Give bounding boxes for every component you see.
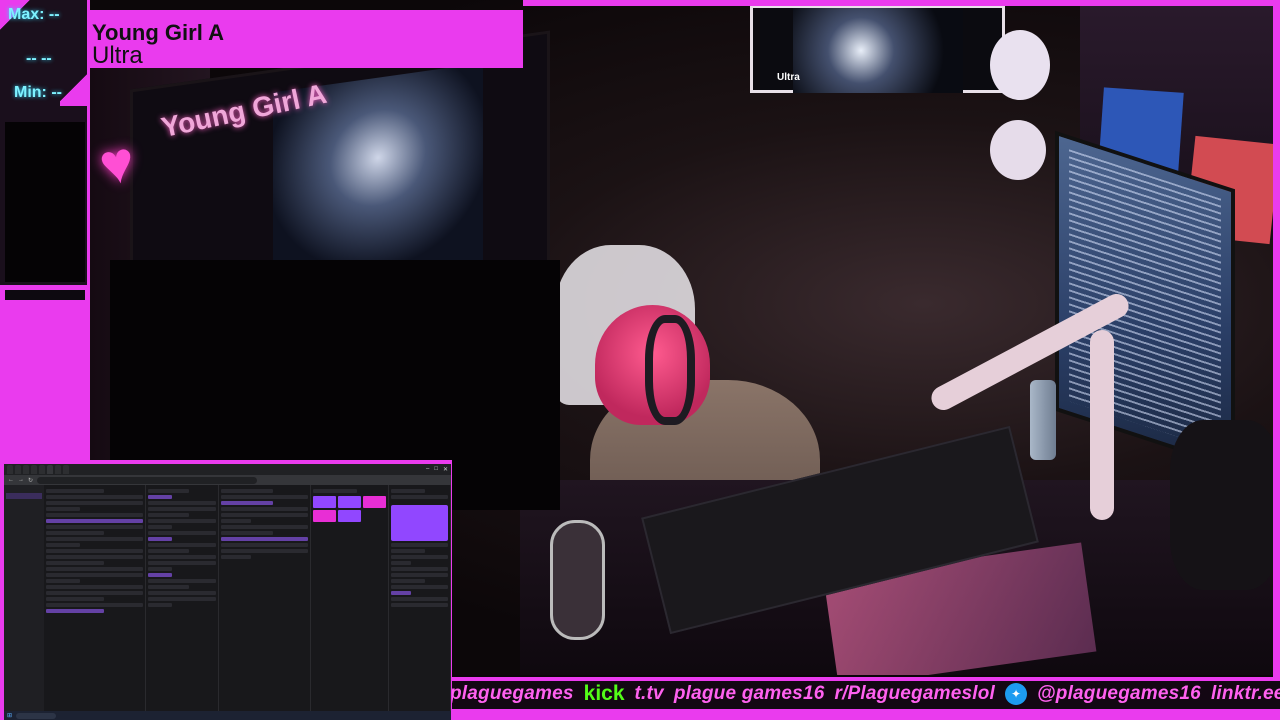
browser-window: – □ ✕ ← → ↻ ⊞ bbox=[4, 464, 451, 720]
quick-action-button[interactable] bbox=[338, 510, 361, 522]
screen-capture-frame: – □ ✕ ← → ↻ ⊞ bbox=[0, 460, 452, 720]
taskbar-search[interactable] bbox=[16, 712, 57, 719]
browser-tab-bar: – □ ✕ bbox=[4, 464, 451, 475]
browser-tab[interactable] bbox=[15, 465, 21, 474]
scene-microphone bbox=[550, 520, 605, 640]
chat-box bbox=[5, 122, 85, 282]
start-icon[interactable]: ⊞ bbox=[7, 712, 12, 719]
address-bar[interactable] bbox=[37, 476, 258, 484]
panel-accent-bar bbox=[0, 285, 90, 462]
frame-border-right bbox=[1273, 0, 1280, 720]
scene-plush bbox=[990, 120, 1046, 180]
browser-tab[interactable] bbox=[7, 465, 13, 474]
ticker-item: plaguegames bbox=[452, 683, 574, 704]
scene-headphones bbox=[645, 315, 695, 425]
frame-border-top bbox=[523, 0, 1280, 6]
scene-right-monitor bbox=[1055, 130, 1235, 470]
quick-action-button[interactable] bbox=[338, 496, 361, 508]
current-stat: -- -- bbox=[26, 50, 52, 67]
maximize-icon[interactable]: □ bbox=[434, 466, 438, 473]
max-stat: Max: -- bbox=[8, 6, 60, 23]
ticker-track: plaguegames kick t.tv plague games16 r/P… bbox=[452, 682, 1280, 706]
stats-panel: Max: -- -- -- Min: -- bbox=[0, 0, 90, 462]
creator-dashboard bbox=[4, 485, 451, 711]
scene-bottle bbox=[1030, 380, 1056, 460]
browser-tab[interactable] bbox=[55, 465, 61, 474]
browser-tab[interactable] bbox=[31, 465, 37, 474]
promo-card[interactable] bbox=[391, 505, 448, 541]
scene-plush bbox=[990, 30, 1050, 100]
ticker-item: @plaguegames16 bbox=[1037, 683, 1201, 704]
activity-feed-panel bbox=[146, 485, 219, 711]
scene-mic-arm bbox=[1090, 330, 1114, 520]
os-taskbar: ⊞ bbox=[4, 711, 451, 720]
ticker-item: plague games16 bbox=[673, 683, 825, 704]
scene-speaker bbox=[1170, 420, 1280, 590]
dashboard-sidebar bbox=[4, 485, 44, 711]
browser-tab[interactable] bbox=[47, 465, 53, 474]
scene-monitor-art bbox=[793, 8, 963, 93]
ticker-kick: kick bbox=[583, 682, 625, 705]
stream-info-panel bbox=[44, 485, 146, 711]
reload-icon[interactable]: ↻ bbox=[28, 477, 33, 484]
sidebar-item[interactable] bbox=[6, 559, 42, 565]
ticker-item: r/Plaguegameslol bbox=[834, 683, 996, 704]
now-playing-card: Young Girl A Ultra bbox=[90, 10, 523, 68]
quick-action-button[interactable] bbox=[363, 496, 386, 508]
browser-toolbar: ← → ↻ bbox=[4, 475, 451, 485]
browser-tab[interactable] bbox=[23, 465, 29, 474]
quick-action-button[interactable] bbox=[313, 510, 336, 522]
twitter-bird-icon: ✦ bbox=[1005, 683, 1028, 705]
back-icon[interactable]: ← bbox=[8, 477, 14, 483]
browser-tab[interactable] bbox=[39, 465, 45, 474]
panel-accent bbox=[60, 66, 90, 106]
browser-tab[interactable] bbox=[63, 465, 69, 474]
min-stat: Min: -- bbox=[14, 84, 62, 101]
chat-panel bbox=[219, 485, 311, 711]
minimize-icon[interactable]: – bbox=[426, 466, 429, 473]
close-icon[interactable]: ✕ bbox=[443, 466, 448, 473]
scene-top-monitor: Ultra bbox=[750, 5, 1005, 93]
song-artist: Ultra bbox=[92, 42, 143, 69]
stream-overlay: Young Girl A ♥ Ultra Max: -- -- -- Min: … bbox=[0, 0, 1280, 720]
scene-monitor-label: Ultra bbox=[777, 72, 800, 83]
ticker-item: linktr.ee/p bbox=[1210, 683, 1280, 704]
quick-actions-panel bbox=[311, 485, 389, 711]
ticker-item: t.tv bbox=[634, 683, 664, 704]
forward-icon[interactable]: → bbox=[18, 477, 24, 483]
collaboration-panel bbox=[389, 485, 451, 711]
frame-border-bottom bbox=[452, 713, 1280, 720]
quick-actions-grid bbox=[313, 496, 386, 522]
social-ticker: plaguegames kick t.tv plague games16 r/P… bbox=[452, 677, 1280, 713]
window-controls: – □ ✕ bbox=[426, 466, 451, 473]
quick-action-button[interactable] bbox=[313, 496, 336, 508]
